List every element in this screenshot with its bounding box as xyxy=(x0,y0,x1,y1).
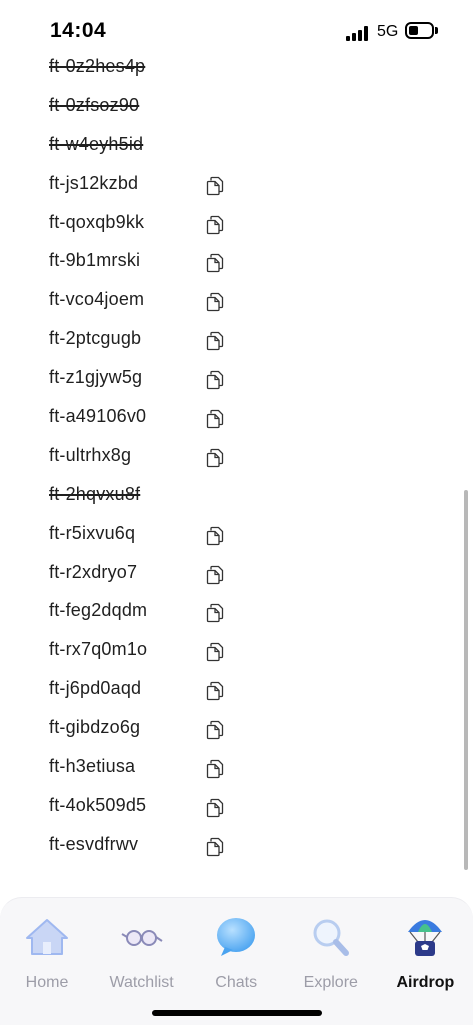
code-row-used: ft-0zfsoz90 xyxy=(0,87,460,126)
copy-icon[interactable] xyxy=(206,370,224,390)
invite-code-text: ft-ultrhx8g xyxy=(49,444,132,465)
tab-home[interactable]: Home xyxy=(0,898,94,1008)
chat-bubble-icon xyxy=(211,914,261,958)
tab-chats[interactable]: Chats xyxy=(189,898,283,1008)
tab-airdrop[interactable]: Airdrop xyxy=(378,898,472,1008)
invite-code-text: ft-0z2hes4p xyxy=(49,56,146,76)
tab-label: Home xyxy=(25,974,69,991)
invite-code-text: ft-2hqvxu8f xyxy=(49,483,141,504)
invite-code-list[interactable]: ft-0z2hes4p ft-0zfsoz90 ft-w4eyh5id ft-js12… xyxy=(0,48,460,865)
invite-code-text: ft-esvdfrwv xyxy=(49,833,139,854)
invite-code-text: ft-r2xdryo7 xyxy=(49,561,138,582)
code-row: ft-js12kzbd xyxy=(0,165,460,204)
code-row: ft-rx7q0m1o xyxy=(0,631,460,670)
invite-code-text: ft-9b1mrski xyxy=(49,250,141,271)
copy-icon[interactable] xyxy=(206,292,224,312)
parachute-icon xyxy=(400,914,450,958)
invite-code-text: ft-h3etiusa xyxy=(49,756,136,777)
invite-code-text: ft-j6pd0aqd xyxy=(49,678,142,699)
code-row: ft-gibdzo6g xyxy=(0,709,460,748)
network-type: 5G xyxy=(377,23,399,40)
code-row-used: ft-w4eyh5id xyxy=(0,126,460,165)
code-row: ft-esvdfrwv xyxy=(0,826,460,865)
signal-icon xyxy=(346,25,372,41)
copy-icon[interactable] xyxy=(206,603,224,623)
code-row-used: ft-0z2hes4p xyxy=(0,48,460,87)
battery-icon xyxy=(405,22,434,39)
code-row: ft-a49106v0 xyxy=(0,398,460,437)
invite-code-text: ft-a49106v0 xyxy=(49,406,147,427)
invite-code-text: ft-0zfsoz90 xyxy=(49,94,140,115)
copy-icon[interactable] xyxy=(206,526,224,546)
copy-icon[interactable] xyxy=(206,681,224,701)
copy-icon[interactable] xyxy=(206,409,224,429)
code-row: ft-h3etiusa xyxy=(0,748,460,787)
battery-level xyxy=(409,26,419,35)
code-row: ft-4ok509d5 xyxy=(0,787,460,826)
invite-code-text: ft-rx7q0m1o xyxy=(49,639,148,660)
code-row: ft-j6pd0aqd xyxy=(0,670,460,709)
invite-code-text: ft-js12kzbd xyxy=(49,172,139,193)
code-row-used: ft-2hqvxu8f xyxy=(0,476,460,515)
copy-icon[interactable] xyxy=(206,253,224,273)
copy-icon[interactable] xyxy=(206,642,224,662)
copy-icon[interactable] xyxy=(206,837,224,857)
scrollbar[interactable] xyxy=(464,490,468,870)
tab-label: Explore xyxy=(303,974,358,991)
code-row: ft-z1gjyw5g xyxy=(0,359,460,398)
invite-code-text: ft-r5ixvu6q xyxy=(49,522,136,543)
copy-icon[interactable] xyxy=(206,215,224,235)
code-row: ft-r2xdryo7 xyxy=(0,554,460,593)
battery-tip xyxy=(435,27,438,34)
copy-icon[interactable] xyxy=(206,565,224,585)
copy-icon[interactable] xyxy=(206,176,224,196)
home-icon xyxy=(22,914,72,958)
tab-watchlist[interactable]: Watchlist xyxy=(95,898,189,1008)
copy-icon[interactable] xyxy=(206,798,224,818)
invite-code-text: ft-w4eyh5id xyxy=(49,133,144,154)
invite-code-text: ft-vco4joem xyxy=(49,289,145,310)
code-row: ft-ultrhx8g xyxy=(0,437,460,476)
tab-label: Airdrop xyxy=(396,974,455,991)
invite-code-text: ft-4ok509d5 xyxy=(49,794,147,815)
tab-label: Chats xyxy=(215,974,258,991)
code-row: ft-vco4joem xyxy=(0,281,460,320)
copy-icon[interactable] xyxy=(206,720,224,740)
invite-code-text: ft-qoxqb9kk xyxy=(49,211,145,232)
bottom-tab-bar: Home Watchlist Chats Explore Airdrop xyxy=(0,897,473,1025)
invite-code-text: ft-2ptcgugb xyxy=(49,328,142,349)
home-indicator xyxy=(152,1010,322,1016)
copy-icon[interactable] xyxy=(206,759,224,779)
invite-code-text: ft-gibdzo6g xyxy=(49,717,141,738)
code-row: ft-r5ixvu6q xyxy=(0,515,460,554)
code-row: ft-qoxqb9kk xyxy=(0,204,460,243)
tab-label: Watchlist xyxy=(109,974,174,991)
invite-code-text: ft-z1gjyw5g xyxy=(49,367,143,388)
glasses-icon xyxy=(117,914,167,958)
copy-icon[interactable] xyxy=(206,448,224,468)
code-row: ft-2ptcgugb xyxy=(0,320,460,359)
status-time: 14:04 xyxy=(50,19,107,42)
code-row: ft-9b1mrski xyxy=(0,242,460,281)
invite-code-text: ft-feg2dqdm xyxy=(49,600,148,621)
code-row: ft-feg2dqdm xyxy=(0,592,460,631)
tab-explore[interactable]: Explore xyxy=(284,898,378,1008)
magnifier-icon xyxy=(306,914,356,958)
copy-icon[interactable] xyxy=(206,331,224,351)
